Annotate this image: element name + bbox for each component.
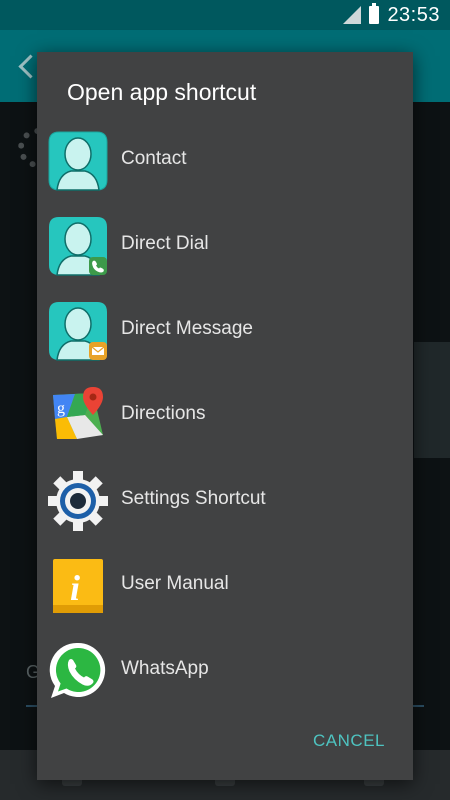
maps-icon: g: [47, 385, 109, 447]
list-item-settings-shortcut[interactable]: Settings Shortcut: [37, 458, 413, 542]
direct-message-icon: [47, 300, 109, 362]
list-item-user-manual[interactable]: i User Manual: [37, 543, 413, 627]
battery-icon: [369, 3, 380, 24]
list-item-contact[interactable]: Contact: [37, 118, 413, 202]
status-bar: 23:53: [0, 0, 450, 30]
whatsapp-icon: [47, 640, 109, 702]
item-label: Directions: [121, 403, 206, 424]
item-label: Contact: [121, 148, 187, 169]
item-label: WhatsApp: [121, 658, 209, 679]
open-app-shortcut-dialog: Open app shortcut Contact Direct Dial Di…: [37, 52, 413, 780]
list-item-directions[interactable]: g Directions: [37, 373, 413, 457]
item-label: User Manual: [121, 573, 229, 594]
list-item-whatsapp[interactable]: WhatsApp: [37, 628, 413, 712]
status-clock: 23:53: [387, 4, 440, 26]
contact-icon: [47, 130, 109, 192]
info-icon: i: [47, 555, 109, 617]
list-item-direct-dial[interactable]: Direct Dial: [37, 203, 413, 287]
status-icons: 23:53: [343, 3, 440, 26]
settings-gear-icon: [47, 470, 109, 532]
item-label: Settings Shortcut: [121, 488, 266, 509]
item-label: Direct Message: [121, 318, 253, 339]
background-panel: [414, 342, 450, 458]
dialog-title: Open app shortcut: [67, 79, 257, 105]
cancel-button[interactable]: CANCEL: [313, 731, 385, 751]
list-item-direct-message[interactable]: Direct Message: [37, 288, 413, 372]
svg-text:g: g: [57, 400, 65, 417]
signal-icon: [343, 6, 362, 24]
direct-dial-icon: [47, 215, 109, 277]
svg-text:i: i: [70, 568, 80, 608]
item-label: Direct Dial: [121, 233, 209, 254]
